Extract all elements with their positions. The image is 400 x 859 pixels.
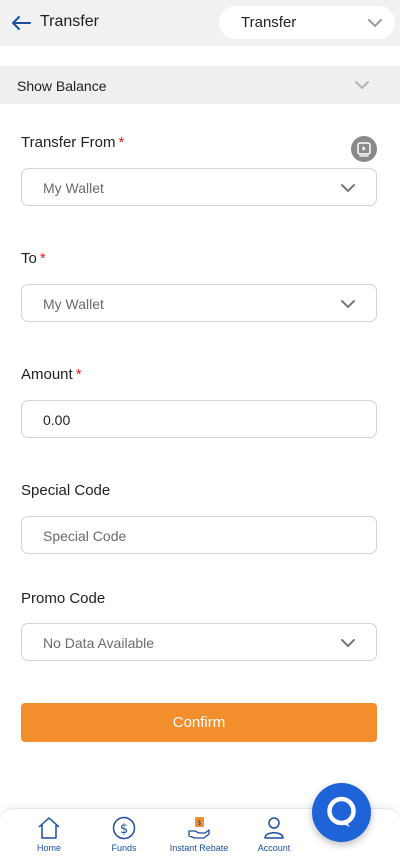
to-label: To * (21, 250, 46, 267)
dollar-coin-icon: $ (112, 816, 136, 840)
svg-text:$: $ (197, 819, 201, 827)
video-tutorial-button[interactable] (351, 136, 377, 162)
header-spacer (0, 46, 400, 66)
special-code-placeholder: Special Code (43, 528, 127, 544)
required-mark: * (75, 366, 82, 383)
chevron-down-icon (355, 81, 369, 90)
required-mark: * (39, 250, 46, 267)
chevron-down-icon (341, 184, 355, 193)
svg-text:$: $ (120, 822, 128, 837)
nav-label-account: Account (257, 843, 291, 853)
transfer-type-value: Transfer (241, 14, 297, 31)
confirm-button[interactable]: Confirm (21, 703, 377, 742)
nav-label-home: Home (36, 843, 61, 853)
nav-label-instant-rebate: Instant Rebate (169, 843, 229, 853)
special-code-label: Special Code (21, 482, 111, 499)
transfer-from-value: My Wallet (43, 180, 104, 196)
required-mark: * (118, 134, 125, 151)
chat-bubble-icon (327, 796, 356, 827)
top-bar: Transfer Transfer (0, 0, 400, 46)
to-value: My Wallet (43, 296, 104, 312)
arrow-left-icon (12, 16, 31, 30)
special-code-input[interactable]: Special Code (21, 516, 377, 554)
nav-item-home[interactable]: Home (9, 815, 89, 853)
amount-label: Amount * (21, 366, 82, 383)
show-balance-toggle[interactable]: Show Balance (0, 66, 400, 104)
promo-code-value: No Data Available (43, 635, 155, 651)
home-icon (38, 817, 60, 839)
confirm-label: Confirm (172, 714, 226, 731)
nav-label-funds: Funds (111, 843, 137, 853)
rebate-hand-icon: $ (188, 817, 210, 839)
amount-value: 0.00 (43, 412, 71, 428)
promo-code-label: Promo Code (21, 590, 106, 607)
show-balance-label: Show Balance (17, 78, 107, 94)
video-icon (357, 142, 371, 157)
chevron-down-icon (341, 300, 355, 309)
nav-item-account[interactable]: Account (234, 815, 314, 853)
promo-code-select[interactable]: No Data Available (21, 623, 377, 661)
nav-item-funds[interactable]: $ Funds (84, 815, 164, 853)
user-icon (264, 817, 284, 839)
nav-item-instant-rebate[interactable]: $ Instant Rebate (159, 815, 239, 853)
chevron-down-icon (368, 19, 382, 28)
chevron-down-icon (341, 639, 355, 648)
back-button[interactable] (8, 10, 34, 36)
transfer-from-label: Transfer From * (21, 134, 125, 151)
live-chat-button[interactable] (312, 783, 371, 842)
to-select[interactable]: My Wallet (21, 284, 377, 322)
page-title: Transfer (40, 13, 99, 30)
transfer-from-select[interactable]: My Wallet (21, 168, 377, 206)
amount-input[interactable]: 0.00 (21, 400, 377, 438)
transfer-type-select[interactable]: Transfer (219, 6, 395, 39)
